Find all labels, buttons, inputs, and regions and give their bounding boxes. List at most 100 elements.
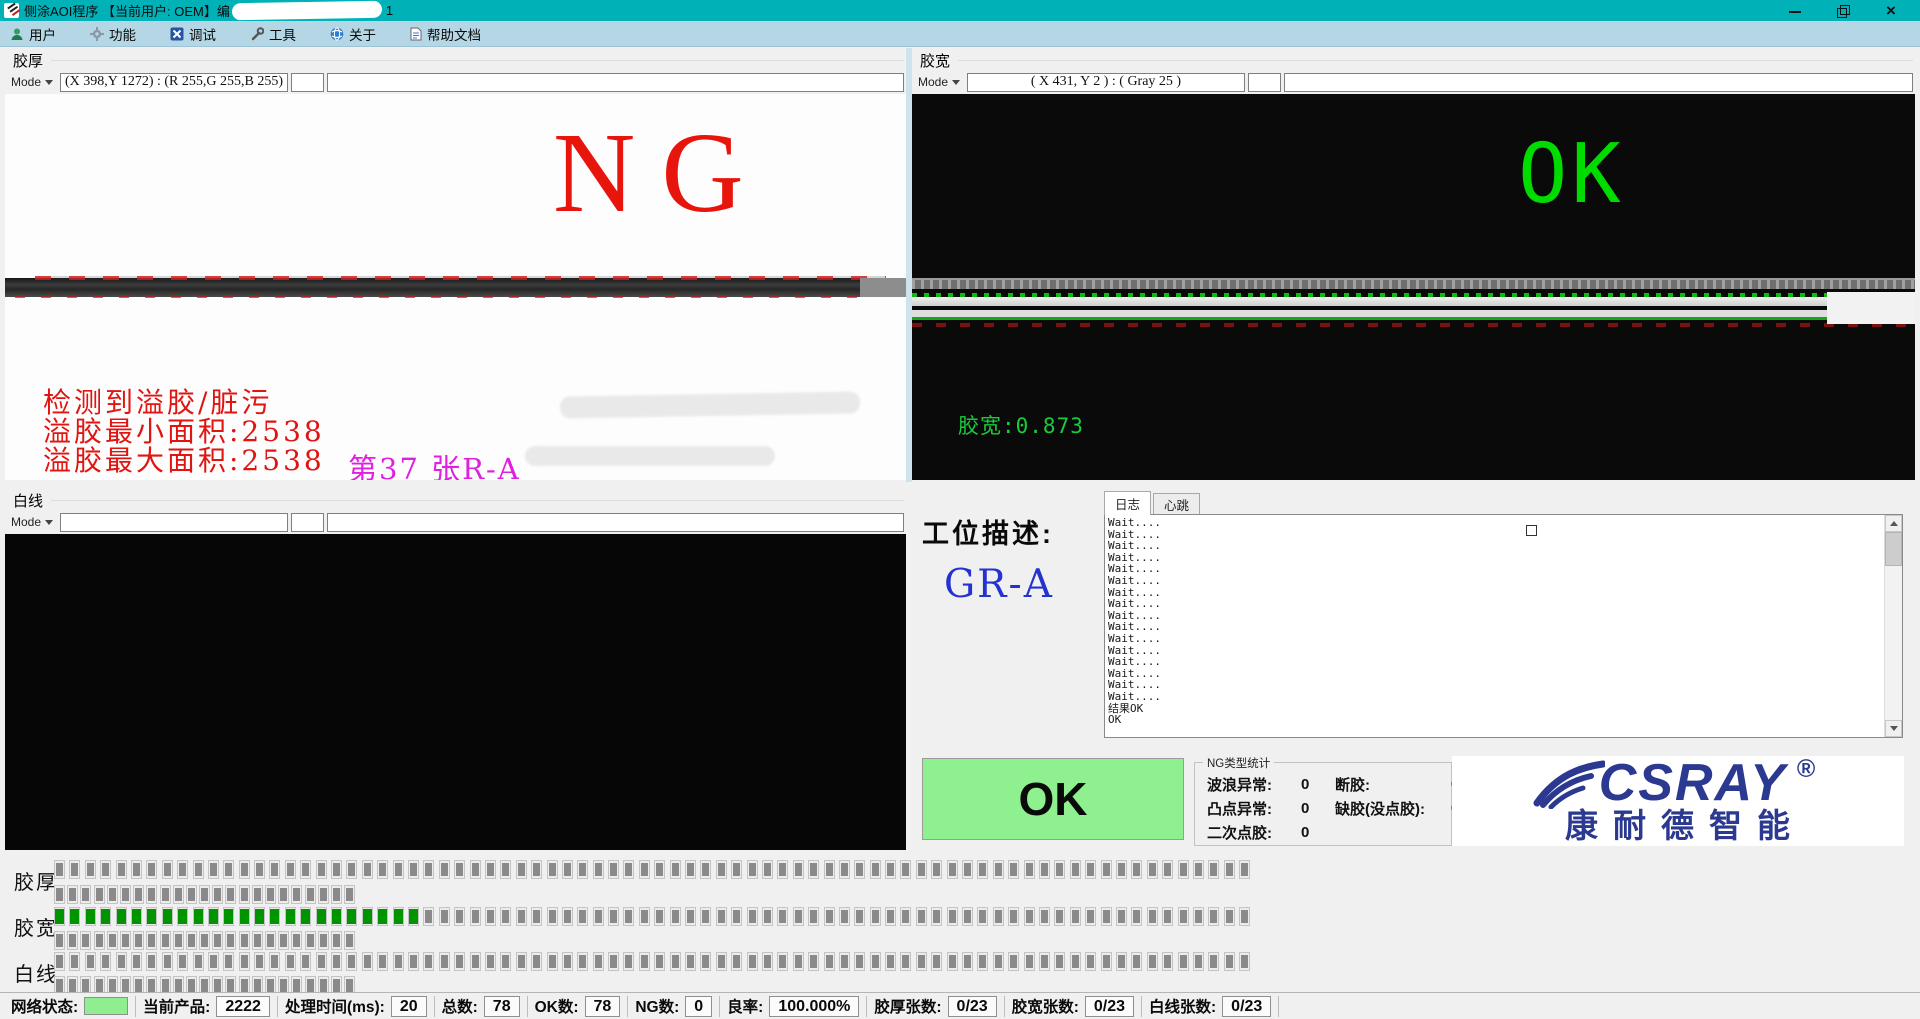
pixel-coordinate-readout[interactable]: ( X 431, Y 2 ) : ( Gray 25 ) bbox=[967, 73, 1245, 92]
close-button[interactable]: × bbox=[1884, 4, 1898, 18]
grid-cell bbox=[854, 860, 865, 879]
grid-cell bbox=[107, 885, 118, 904]
status-group: 白线张数:0/23 bbox=[1142, 996, 1279, 1017]
grid-cell bbox=[639, 907, 650, 926]
mode-dropdown[interactable]: Mode bbox=[7, 513, 57, 532]
defect-overlay-text: 检测到溢胶/脏污 溢胶最小面积:2538 溢胶最大面积:2538 bbox=[43, 388, 325, 475]
grid-label-glue-width: 胶宽 bbox=[14, 912, 58, 941]
grid-cell bbox=[547, 907, 558, 926]
grid-cell bbox=[146, 885, 157, 904]
grid-cell bbox=[777, 860, 788, 879]
log-line: Wait.... bbox=[1108, 633, 1883, 645]
ng-stat-value: 0 bbox=[1301, 800, 1335, 817]
log-line: Wait.... bbox=[1108, 610, 1883, 622]
menu-item-label: 调试 bbox=[189, 24, 216, 44]
menu-item-tools[interactable]: 工具 bbox=[246, 22, 300, 46]
wrench-icon bbox=[250, 27, 264, 41]
status-label: 总数: bbox=[442, 995, 478, 1017]
grid-cell bbox=[916, 907, 927, 926]
grid-cell bbox=[100, 952, 111, 971]
grid-cell bbox=[300, 907, 311, 926]
toolbar-small-field[interactable] bbox=[291, 513, 324, 532]
pixel-coordinate-readout[interactable] bbox=[60, 513, 288, 532]
log-line: OK bbox=[1108, 714, 1883, 726]
grid-cell bbox=[1116, 952, 1127, 971]
grid-cell bbox=[362, 952, 373, 971]
toolbar-long-field[interactable] bbox=[1284, 73, 1913, 92]
log-line: 结果OK bbox=[1108, 703, 1883, 715]
grid-cell bbox=[208, 907, 219, 926]
pixel-coordinate-readout[interactable]: (X 398,Y 1272) : (R 255,G 255,B 255) bbox=[60, 73, 288, 92]
grid-cell bbox=[408, 907, 419, 926]
grid-cell bbox=[393, 860, 404, 879]
restore-button[interactable] bbox=[1836, 4, 1850, 18]
scroll-up-arrow[interactable] bbox=[1885, 515, 1902, 532]
toolbar-long-field[interactable] bbox=[327, 73, 904, 92]
grid-cell bbox=[1008, 860, 1019, 879]
grid-cell bbox=[54, 907, 65, 926]
log-panel[interactable]: Wait....Wait....Wait....Wait....Wait....… bbox=[1104, 514, 1903, 738]
grid-cell bbox=[670, 860, 681, 879]
grid-cell bbox=[316, 860, 327, 879]
log-content[interactable]: Wait....Wait....Wait....Wait....Wait....… bbox=[1108, 517, 1883, 735]
grid-cell bbox=[977, 907, 988, 926]
grid-cell bbox=[577, 860, 588, 879]
grid-cell bbox=[344, 931, 355, 950]
grid-cell bbox=[993, 952, 1004, 971]
menu-item-label: 关于 bbox=[349, 24, 376, 44]
triangle-up-icon bbox=[1890, 521, 1898, 526]
minimize-button[interactable] bbox=[1788, 4, 1802, 18]
grid-cell bbox=[346, 907, 357, 926]
triangle-down-icon bbox=[1890, 726, 1898, 731]
grid-cell bbox=[870, 907, 881, 926]
tab-log[interactable]: 日志 bbox=[1104, 491, 1151, 515]
grid-cell bbox=[824, 952, 835, 971]
menu-item-function[interactable]: 功能 bbox=[86, 22, 140, 46]
grid-cell bbox=[700, 860, 711, 879]
inspection-image-glue-width[interactable]: OK 胶宽:0.873 bbox=[912, 94, 1915, 480]
grid-cell bbox=[762, 952, 773, 971]
mode-dropdown[interactable]: Mode bbox=[7, 73, 57, 92]
status-label: 网络状态: bbox=[11, 995, 78, 1017]
ng-stat-label: 凸点异常: bbox=[1207, 798, 1301, 819]
log-checkbox[interactable] bbox=[1526, 525, 1537, 536]
grid-cell bbox=[316, 952, 327, 971]
grid-cell bbox=[94, 885, 105, 904]
menu-item-debug[interactable]: 调试 bbox=[166, 22, 220, 46]
globe-icon bbox=[330, 27, 344, 41]
network-status-indicator bbox=[84, 997, 128, 1015]
status-value: 0/23 bbox=[948, 996, 997, 1017]
toolbar-long-field[interactable] bbox=[327, 513, 904, 532]
menu-item-help[interactable]: 帮助文档 bbox=[406, 22, 485, 46]
grid-cell bbox=[116, 860, 127, 879]
grid-cell bbox=[731, 952, 742, 971]
grid-cell bbox=[870, 952, 881, 971]
grid-cell bbox=[146, 931, 157, 950]
grid-cell bbox=[1208, 952, 1219, 971]
grid-cell bbox=[685, 952, 696, 971]
grid-cell bbox=[285, 907, 296, 926]
toolbar-small-field[interactable] bbox=[1248, 73, 1281, 92]
mode-dropdown[interactable]: Mode bbox=[914, 73, 964, 92]
inspection-image-white-line[interactable] bbox=[5, 534, 906, 850]
scrollbar-thumb[interactable] bbox=[1885, 532, 1902, 566]
status-label: OK数: bbox=[535, 995, 579, 1017]
grid-cell bbox=[547, 952, 558, 971]
status-label: 当前产品: bbox=[143, 995, 210, 1017]
overall-result-button[interactable]: OK bbox=[922, 758, 1184, 840]
grid-cell bbox=[423, 952, 434, 971]
grid-cell bbox=[485, 907, 496, 926]
debug-icon bbox=[170, 27, 184, 41]
panel-glue-thickness: 胶厚 Mode (X 398,Y 1272) : (R 255,G 255,B … bbox=[5, 50, 906, 480]
scroll-down-arrow[interactable] bbox=[1885, 720, 1902, 737]
grid-cell bbox=[731, 860, 742, 879]
menu-item-about[interactable]: 关于 bbox=[326, 22, 380, 46]
grid-cell bbox=[608, 860, 619, 879]
tab-heartbeat[interactable]: 心跳 bbox=[1153, 493, 1200, 515]
grid-cell bbox=[173, 885, 184, 904]
log-scrollbar[interactable] bbox=[1884, 515, 1902, 737]
grid-cell bbox=[608, 952, 619, 971]
inspection-image-glue-thickness[interactable]: NG 检测到溢胶/脏污 溢胶最小面积:2538 溢胶最大面积:2538 第37 … bbox=[5, 94, 906, 480]
toolbar-small-field[interactable] bbox=[291, 73, 324, 92]
menu-item-user[interactable]: 用户 bbox=[6, 22, 60, 46]
